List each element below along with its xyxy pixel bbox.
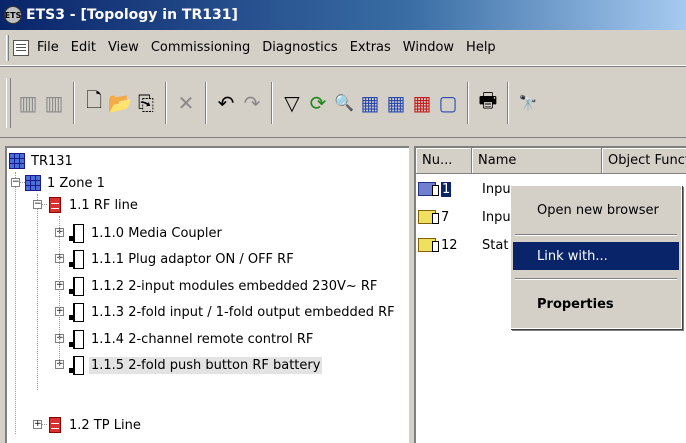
window-title: ETS3 - [Topology in TR131]: [26, 7, 238, 23]
list-row[interactable]: 7 Inpu: [418, 206, 511, 228]
menu-bar: File Edit View Commissioning Diagnostics…: [0, 30, 686, 66]
tree-label: 1.1.0 Media Coupler: [91, 225, 222, 241]
group-address-icon[interactable]: ▦: [409, 88, 435, 118]
context-menu: Open new browser Link with... Properties: [510, 185, 682, 329]
menu-edit[interactable]: Edit: [71, 40, 96, 55]
tree-connector: [59, 216, 60, 366]
toolbar: ▥ ▥ 🗋 📂 ⎘ ✕ ↶ ↷ ▽ ⟳ 🔍 ▦ ▦ ▦ ▢ 🖶 🔭: [0, 68, 686, 138]
toolbar-separator: [507, 81, 509, 124]
toolbar-separator: [467, 81, 469, 124]
menu-separator: [515, 234, 677, 236]
row-number: 7: [441, 209, 450, 225]
menu-commissioning[interactable]: Commissioning: [151, 40, 250, 55]
zone-icon: [25, 175, 41, 191]
title-bar[interactable]: ETS ETS3 - [Topology in TR131]: [0, 0, 686, 30]
tree-label: 1.1.3 2-fold input / 1-fold output embed…: [91, 304, 395, 320]
line-icon: [49, 417, 61, 433]
tree-connector: [15, 172, 16, 434]
menu-separator: [515, 278, 677, 280]
tree-label: 1.1.1 Plug adaptor ON / OFF RF: [91, 251, 294, 267]
building-view-icon[interactable]: ▦: [357, 88, 383, 118]
menu-window[interactable]: Window: [403, 40, 454, 55]
list-row[interactable]: 1 Inpu: [418, 178, 511, 200]
topology-icon: [9, 153, 25, 169]
expand-toggle-icon[interactable]: +: [33, 420, 42, 429]
filter-icon[interactable]: ▽: [279, 88, 305, 118]
tree-label: 1.1.4 2-channel remote control RF: [91, 331, 314, 347]
collapse-toggle-icon[interactable]: −: [11, 178, 20, 187]
tree-node-device[interactable]: 1.1.4 2-channel remote control RF: [69, 328, 315, 350]
row-name: Inpu: [482, 181, 511, 197]
tree-node-device[interactable]: 1.1.0 Media Coupler: [69, 222, 224, 244]
menu-link-with[interactable]: Link with...: [513, 242, 679, 270]
tree-root[interactable]: TR131: [9, 150, 75, 172]
tree-node-device-selected[interactable]: 1.1.5 2-fold push button RF battery: [69, 354, 323, 376]
toolbar-separator: [271, 81, 273, 124]
delete-icon[interactable]: ✕: [173, 88, 199, 118]
device-icon: [69, 277, 84, 296]
group-object-icon: [418, 182, 439, 196]
tree-label: 1 Zone 1: [47, 175, 105, 191]
topology-view-icon[interactable]: ▦: [383, 88, 409, 118]
menu-grip[interactable]: [6, 34, 9, 61]
menu-view[interactable]: View: [108, 40, 139, 55]
tree-node-line[interactable]: 1.2 TP Line: [47, 414, 143, 436]
find-icon[interactable]: 🔭: [515, 88, 541, 118]
tree-node-zone[interactable]: 1 Zone 1: [25, 172, 107, 194]
group-object-icon: [418, 210, 439, 224]
document-icon[interactable]: [13, 39, 29, 56]
row-number: 12: [441, 237, 458, 253]
collapse-toggle-icon[interactable]: −: [33, 200, 42, 209]
menu-properties[interactable]: Properties: [513, 290, 679, 318]
line-icon: [49, 197, 61, 213]
group-object-icon: [418, 238, 439, 252]
project-open-icon[interactable]: ▥: [15, 88, 41, 118]
tree-label: 1.2 TP Line: [69, 417, 141, 433]
tree-node-device[interactable]: 1.1.1 Plug adaptor ON / OFF RF: [69, 248, 296, 270]
refresh-icon[interactable]: ⟳: [305, 88, 331, 118]
tree-label: 1.1.5 2-fold push button RF battery: [89, 356, 323, 374]
device-icon: [69, 330, 84, 349]
tree-label: 1.1 RF line: [69, 197, 138, 213]
search-icon[interactable]: 🔍: [331, 88, 357, 118]
column-header-name[interactable]: Name: [472, 148, 602, 174]
menu-extras[interactable]: Extras: [350, 40, 391, 55]
tree-node-device[interactable]: 1.1.3 2-fold input / 1-fold output embed…: [69, 301, 397, 323]
column-header-number[interactable]: Nu...: [416, 148, 472, 174]
copy-dropdown-icon[interactable]: ⎘: [133, 88, 159, 118]
tree-connector: [37, 194, 38, 390]
tree-node-line[interactable]: 1.1 RF line: [47, 194, 140, 216]
new-icon[interactable]: 🗋: [81, 88, 107, 118]
device-icon: [69, 224, 84, 243]
menu-file[interactable]: File: [37, 40, 59, 55]
device-icon: [69, 303, 84, 322]
list-row[interactable]: 12 Stat: [418, 234, 508, 256]
toolbar-separator: [73, 81, 75, 124]
device-icon: [69, 356, 84, 375]
redo-icon[interactable]: ↷: [239, 88, 265, 118]
toolbar-separator: [165, 81, 167, 124]
row-name: Inpu: [482, 209, 511, 225]
tree-label: TR131: [31, 153, 73, 169]
device-icon: [69, 250, 84, 269]
tree-node-device[interactable]: 1.1.2 2-input modules embedded 230V~ RF: [69, 275, 379, 297]
menu-help[interactable]: Help: [466, 40, 496, 55]
topology-tree[interactable]: TR131 − 1 Zone 1 − 1.1 RF line + 1.1.0 M…: [5, 146, 409, 443]
column-header-object-function[interactable]: Object Functio: [602, 148, 686, 174]
undo-icon[interactable]: ↶: [213, 88, 239, 118]
row-name: Stat: [482, 237, 509, 253]
row-number: 1: [441, 181, 452, 197]
toolbar-grip[interactable]: [6, 77, 11, 128]
toolbar-separator: [205, 81, 207, 124]
print-icon[interactable]: 🖶: [475, 88, 501, 118]
open-dropdown-icon[interactable]: 📂: [107, 88, 133, 118]
ets-app-icon[interactable]: ETS: [4, 6, 22, 24]
project-close-icon[interactable]: ▥: [41, 88, 67, 118]
menu-diagnostics[interactable]: Diagnostics: [262, 40, 337, 55]
menu-open-new-browser[interactable]: Open new browser: [513, 196, 679, 224]
tree-label: 1.1.2 2-input modules embedded 230V~ RF: [91, 278, 378, 294]
window-icon[interactable]: ▢: [435, 88, 461, 118]
